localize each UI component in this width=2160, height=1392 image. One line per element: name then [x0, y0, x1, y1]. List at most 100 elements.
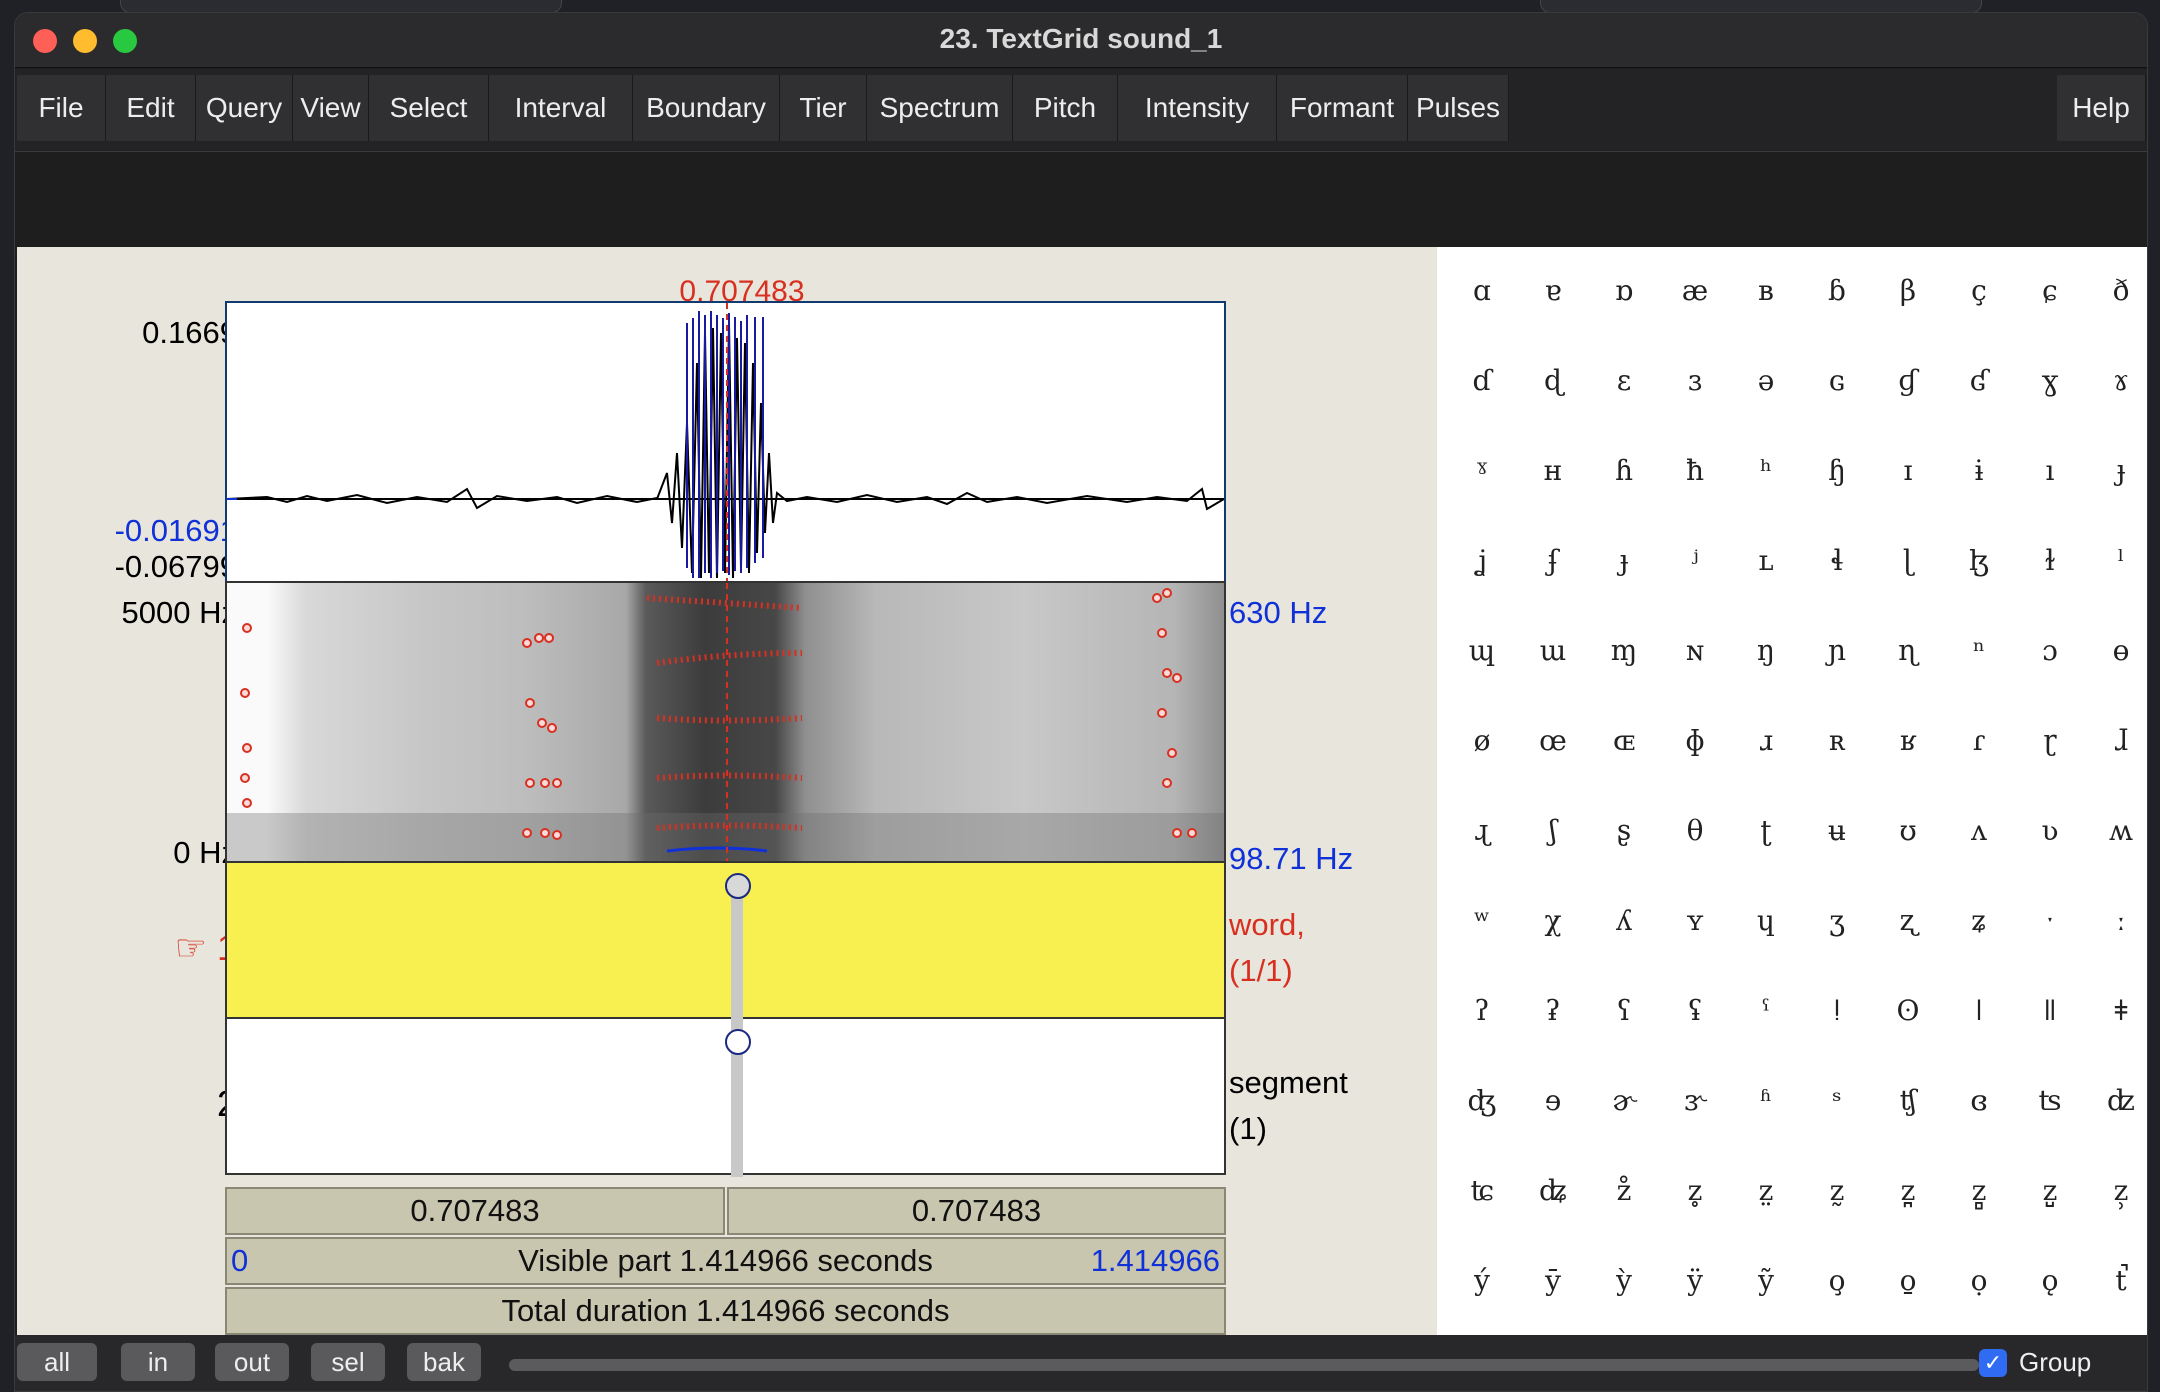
ipa-symbol-button[interactable]: ɒ: [1589, 261, 1659, 321]
ipa-symbol-button[interactable]: ÿ: [1660, 1251, 1730, 1311]
menu-intensity[interactable]: Intensity: [1118, 75, 1277, 141]
ipa-symbol-button[interactable]: ɹ: [1731, 711, 1801, 771]
ipa-symbol-button[interactable]: ɐ: [1518, 261, 1588, 321]
ipa-symbol-button[interactable]: ʟ: [1731, 531, 1801, 591]
ipa-symbol-button[interactable]: ʎ: [1589, 891, 1659, 951]
ipa-symbol-button[interactable]: ʔ: [1447, 981, 1517, 1041]
ipa-symbol-button[interactable]: ɓ: [1802, 261, 1872, 321]
ipa-symbol-button[interactable]: ʨ: [1447, 1161, 1517, 1221]
ipa-symbol-button[interactable]: æ: [1660, 261, 1730, 321]
ipa-symbol-button[interactable]: ɸ: [1660, 711, 1730, 771]
ipa-symbol-button[interactable]: ɔ: [2015, 621, 2085, 681]
menu-boundary[interactable]: Boundary: [633, 75, 780, 141]
menu-select[interactable]: Select: [369, 75, 489, 141]
ipa-symbol-button[interactable]: ʌ: [1944, 801, 2014, 861]
ipa-symbol-button[interactable]: ɫ: [2015, 531, 2085, 591]
ipa-symbol-button[interactable]: ħ: [1660, 441, 1730, 501]
text-edit-area[interactable]: [15, 151, 2147, 254]
ipa-symbol-button[interactable]: ɵ: [2086, 621, 2147, 681]
ipa-symbol-button[interactable]: θ: [1660, 801, 1730, 861]
ipa-symbol-button[interactable]: ˑ: [2015, 891, 2085, 951]
ipa-symbol-button[interactable]: ʧ: [1873, 1071, 1943, 1131]
ipa-symbol-button[interactable]: ʢ: [1660, 981, 1730, 1041]
ipa-symbol-button[interactable]: ɖ: [1518, 351, 1588, 411]
ipa-symbol-button[interactable]: ʄ: [1518, 531, 1588, 591]
ipa-symbol-button[interactable]: ʜ: [1518, 441, 1588, 501]
zoom-out-button[interactable]: out: [215, 1343, 289, 1381]
zoom-in-button[interactable]: in: [121, 1343, 195, 1381]
ipa-symbol-button[interactable]: ý: [1447, 1251, 1517, 1311]
spectrogram-panel[interactable]: [225, 581, 1226, 863]
horizontal-scrollbar[interactable]: [509, 1359, 1979, 1371]
ipa-symbol-button[interactable]: ɑ: [1447, 261, 1517, 321]
ipa-symbol-button[interactable]: ʕ: [1589, 981, 1659, 1041]
ipa-symbol-button[interactable]: ɾ: [1944, 711, 2014, 771]
ipa-symbol-button[interactable]: ỹ: [1731, 1251, 1801, 1311]
ipa-symbol-button[interactable]: ʂ: [1589, 801, 1659, 861]
ipa-symbol-button[interactable]: z̥: [1660, 1161, 1730, 1221]
ipa-symbol-button[interactable]: o̱: [1873, 1251, 1943, 1311]
ipa-symbol-button[interactable]: ɽ: [2015, 711, 2085, 771]
ipa-symbol-button[interactable]: ɮ: [1944, 531, 2014, 591]
zoom-sel-button[interactable]: sel: [311, 1343, 385, 1381]
ipa-symbol-button[interactable]: ɘ: [1518, 1071, 1588, 1131]
ipa-symbol-button[interactable]: ʍ: [2086, 801, 2147, 861]
ipa-symbol-button[interactable]: ʛ: [1944, 351, 2014, 411]
ipa-symbol-button[interactable]: ɛ: [1589, 351, 1659, 411]
ipa-symbol-button[interactable]: z̤: [1731, 1161, 1801, 1221]
ipa-symbol-button[interactable]: ɶ: [1589, 711, 1659, 771]
menu-pulses[interactable]: Pulses: [1408, 75, 1509, 141]
ipa-symbol-button[interactable]: ǀ: [1944, 981, 2014, 1041]
zoom-all-button[interactable]: all: [17, 1343, 97, 1381]
ipa-symbol-button[interactable]: ʏ: [1660, 891, 1730, 951]
ipa-symbol-button[interactable]: ʒ: [1802, 891, 1872, 951]
ipa-symbol-button[interactable]: ø: [1447, 711, 1517, 771]
ipa-symbol-button[interactable]: ʡ: [1518, 981, 1588, 1041]
ipa-symbol-button[interactable]: t̚: [2086, 1251, 2147, 1311]
ipa-symbol-button[interactable]: ˢ: [1802, 1071, 1872, 1131]
ipa-symbol-button[interactable]: ɝ: [1660, 1071, 1730, 1131]
ipa-symbol-button[interactable]: ŋ: [1731, 621, 1801, 681]
menu-interval[interactable]: Interval: [489, 75, 633, 141]
ipa-symbol-button[interactable]: ˠ: [1447, 441, 1517, 501]
ipa-symbol-button[interactable]: ɬ: [1802, 531, 1872, 591]
ipa-symbol-button[interactable]: z̻: [1944, 1161, 2014, 1221]
ipa-symbol-button[interactable]: ʑ: [1944, 891, 2014, 951]
ipa-symbol-button[interactable]: ɻ: [1447, 801, 1517, 861]
ipa-symbol-button[interactable]: ʲ: [1660, 531, 1730, 591]
ipa-symbol-button[interactable]: ʐ: [1873, 891, 1943, 951]
ipa-symbol-button[interactable]: ʁ: [1873, 711, 1943, 771]
ipa-symbol-button[interactable]: ɰ: [1447, 621, 1517, 681]
ipa-symbol-button[interactable]: ɦ: [1589, 441, 1659, 501]
total-duration-bar[interactable]: Total duration 1.414966 seconds: [225, 1287, 1226, 1335]
ipa-symbol-button[interactable]: ɟ: [1589, 531, 1659, 591]
ipa-symbol-button[interactable]: ǁ: [2015, 981, 2085, 1041]
tier-2-cursor-handle[interactable]: [725, 1029, 751, 1055]
zoom-back-button[interactable]: bak: [407, 1343, 481, 1381]
ipa-symbol-button[interactable]: ð: [2086, 261, 2147, 321]
ipa-symbol-button[interactable]: ʣ: [2086, 1071, 2147, 1131]
ipa-symbol-button[interactable]: ɭ: [1873, 531, 1943, 591]
ipa-symbol-button[interactable]: z̹: [2086, 1161, 2147, 1221]
ipa-symbol-button[interactable]: ǃ: [1802, 981, 1872, 1041]
ipa-symbol-button[interactable]: χ: [1518, 891, 1588, 951]
ipa-symbol-button[interactable]: ɪ: [1873, 441, 1943, 501]
ipa-symbol-button[interactable]: ʘ: [1873, 981, 1943, 1041]
ipa-symbol-button[interactable]: ɱ: [1589, 621, 1659, 681]
right-segment-duration[interactable]: 0.707483: [727, 1187, 1226, 1235]
ipa-symbol-button[interactable]: ɺ: [2086, 711, 2147, 771]
ipa-symbol-button[interactable]: ǫ: [2015, 1251, 2085, 1311]
ipa-symbol-button[interactable]: ǂ: [2086, 981, 2147, 1041]
waveform-panel[interactable]: [225, 301, 1226, 583]
ipa-symbol-button[interactable]: ʦ: [2015, 1071, 2085, 1131]
ipa-symbol-button[interactable]: ʋ: [2015, 801, 2085, 861]
ipa-symbol-button[interactable]: ʝ: [1447, 531, 1517, 591]
ipa-symbol-button[interactable]: ɤ: [2086, 351, 2147, 411]
ipa-symbol-button[interactable]: ɚ: [1589, 1071, 1659, 1131]
menu-query[interactable]: Query: [196, 75, 293, 141]
ipa-symbol-button[interactable]: œ: [1518, 711, 1588, 771]
ipa-symbol-button[interactable]: ʃ: [1518, 801, 1588, 861]
ipa-symbol-button[interactable]: ʙ: [1731, 261, 1801, 321]
menu-edit[interactable]: Edit: [106, 75, 196, 141]
ipa-symbol-button[interactable]: ʥ: [1518, 1161, 1588, 1221]
